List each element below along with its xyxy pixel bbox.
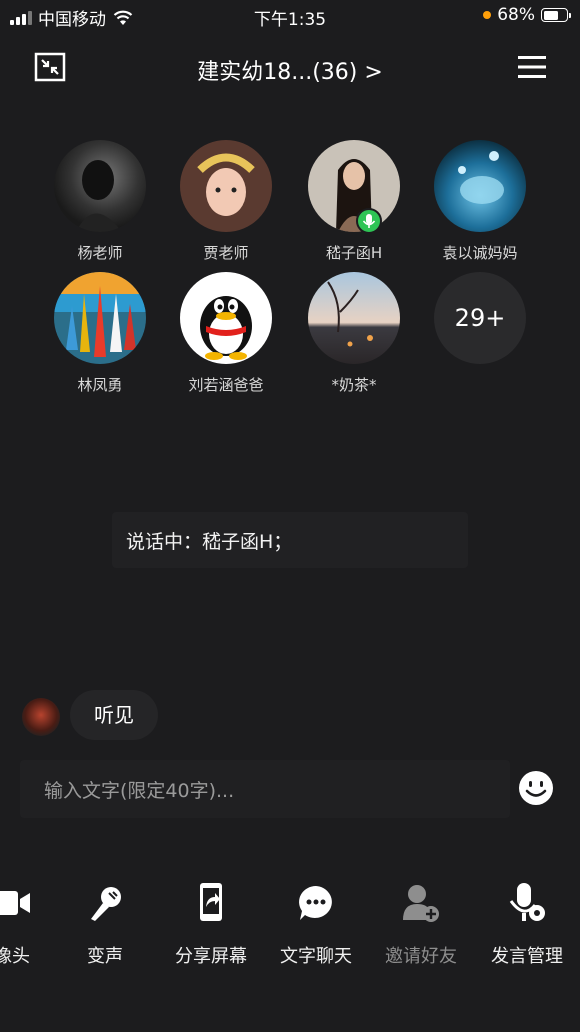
member-item[interactable]: 杨老师 <box>40 140 160 263</box>
tool-label: 发言管理 <box>491 946 563 967</box>
member-name: 杨老师 <box>77 244 123 262</box>
member-item[interactable]: 林凤勇 <box>40 272 160 395</box>
member-name: 嵇子函H <box>325 244 383 262</box>
speaking-banner: 说话中：嵇子函H； <box>112 512 468 568</box>
bottom-toolbar: 像头 变声 分享屏幕 文字聊天 邀请好友 发言管理 <box>0 880 580 990</box>
avatar <box>308 140 400 232</box>
chat-input-placeholder: 输入文字(限定40字)... <box>44 780 235 802</box>
invite-friend-button[interactable]: 邀请好友 <box>369 880 473 968</box>
share-screen-button[interactable]: 分享屏幕 <box>159 880 263 968</box>
member-item[interactable]: 刘若涵爸爸 <box>166 272 286 395</box>
battery-percent: 68% <box>497 5 535 25</box>
chat-avatar[interactable] <box>22 698 60 736</box>
menu-icon[interactable] <box>518 54 546 80</box>
tool-label: 分享屏幕 <box>175 946 247 967</box>
chat-message: 听见 <box>70 690 158 740</box>
microphone-icon <box>356 208 382 234</box>
recording-dot-icon <box>483 11 492 19</box>
more-members[interactable]: 29+ <box>420 272 540 364</box>
member-name: 林凤勇 <box>77 376 123 394</box>
avatar <box>180 272 272 364</box>
chat-input[interactable]: 输入文字(限定40字)... <box>20 760 510 818</box>
voice-change-button[interactable]: 变声 <box>53 880 157 968</box>
invite-friend-icon <box>369 880 473 926</box>
share-screen-icon <box>159 880 263 926</box>
member-item[interactable]: *奶茶* <box>294 272 414 395</box>
battery-icon <box>541 8 571 22</box>
more-members-count[interactable]: 29+ <box>434 272 526 364</box>
member-name: 袁以诚妈妈 <box>442 244 518 262</box>
member-item[interactable]: 贾老师 <box>166 140 286 263</box>
header: 建实幼18...(36) > <box>0 40 580 94</box>
avatar <box>54 140 146 232</box>
voice-change-icon <box>53 880 157 926</box>
speaking-text: 说话中：嵇子函H； <box>126 531 293 553</box>
member-name: 贾老师 <box>203 244 249 262</box>
text-chat-icon <box>264 880 368 926</box>
avatar <box>434 140 526 232</box>
avatar <box>54 272 146 364</box>
emoji-icon[interactable] <box>518 770 554 806</box>
member-item[interactable]: 袁以诚妈妈 <box>420 140 540 263</box>
member-name: *奶茶* <box>331 376 377 394</box>
tool-label: 变声 <box>87 946 123 967</box>
status-right: 68% <box>483 5 571 25</box>
member-item[interactable]: 嵇子函H <box>294 140 414 263</box>
tool-label: 邀请好友 <box>385 946 457 967</box>
speech-manage-icon <box>475 880 579 926</box>
avatar <box>308 272 400 364</box>
page-title[interactable]: 建实幼18...(36) > <box>0 54 580 86</box>
avatar <box>180 140 272 232</box>
text-chat-button[interactable]: 文字聊天 <box>264 880 368 968</box>
member-name: 刘若涵爸爸 <box>188 376 264 394</box>
speech-manage-button[interactable]: 发言管理 <box>475 880 579 968</box>
status-bar: 中国移动 下午1:35 68% <box>0 0 580 32</box>
tool-label: 文字聊天 <box>280 946 352 967</box>
